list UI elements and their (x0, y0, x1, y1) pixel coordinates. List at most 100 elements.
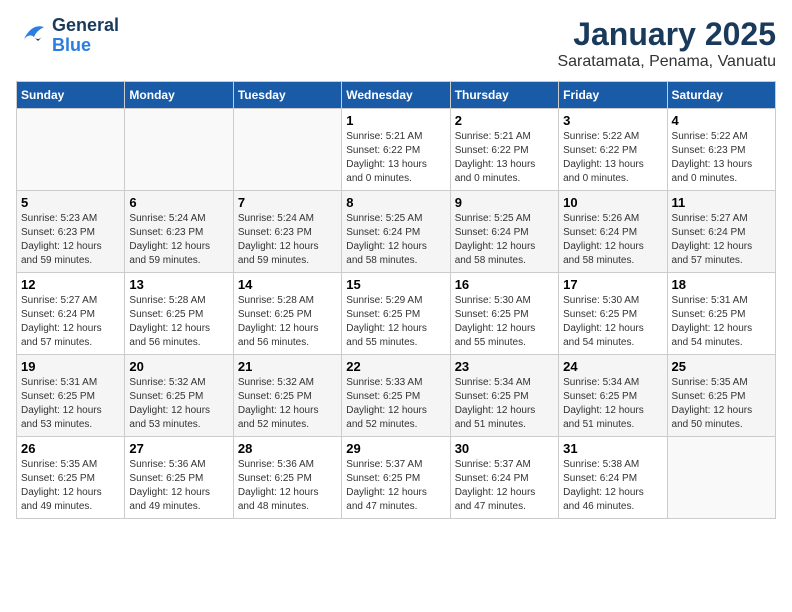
day-number: 10 (563, 195, 662, 210)
day-info: Sunrise: 5:31 AM Sunset: 6:25 PM Dayligh… (672, 294, 771, 350)
calendar-cell: 30 Sunrise: 5:37 AM Sunset: 6:24 PM Dayli… (450, 437, 558, 519)
day-number: 6 (129, 195, 228, 210)
calendar-cell: 5 Sunrise: 5:23 AM Sunset: 6:23 PM Daylig… (17, 191, 125, 273)
day-number: 22 (346, 359, 445, 374)
day-info: Sunrise: 5:34 AM Sunset: 6:25 PM Dayligh… (455, 376, 554, 432)
day-info: Sunrise: 5:29 AM Sunset: 6:25 PM Dayligh… (346, 294, 445, 350)
day-number: 3 (563, 113, 662, 128)
calendar-cell: 17 Sunrise: 5:30 AM Sunset: 6:25 PM Dayli… (559, 273, 667, 355)
header-thursday: Thursday (450, 82, 558, 109)
day-info: Sunrise: 5:24 AM Sunset: 6:23 PM Dayligh… (129, 212, 228, 268)
calendar-cell: 27 Sunrise: 5:36 AM Sunset: 6:25 PM Dayli… (125, 437, 233, 519)
day-number: 25 (672, 359, 771, 374)
calendar-cell: 21 Sunrise: 5:32 AM Sunset: 6:25 PM Dayli… (233, 355, 341, 437)
day-number: 7 (238, 195, 337, 210)
calendar-cell: 23Sunrise: 5:34 AM Sunset: 6:25 PM Dayli… (450, 355, 558, 437)
calendar-cell (667, 437, 775, 519)
day-number: 9 (455, 195, 554, 210)
day-info: Sunrise: 5:23 AM Sunset: 6:23 PM Dayligh… (21, 212, 120, 268)
logo-blue: Blue (52, 36, 119, 56)
header-tuesday: Tuesday (233, 82, 341, 109)
day-number: 2 (455, 113, 554, 128)
day-info: Sunrise: 5:30 AM Sunset: 6:25 PM Dayligh… (563, 294, 662, 350)
day-number: 20 (129, 359, 228, 374)
calendar-week-row: 12 Sunrise: 5:27 AM Sunset: 6:24 PM Dayli… (17, 273, 776, 355)
calendar-cell: 9 Sunrise: 5:25 AM Sunset: 6:24 PM Daylig… (450, 191, 558, 273)
day-info: Sunrise: 5:25 AM Sunset: 6:24 PM Dayligh… (455, 212, 554, 268)
day-number: 30 (455, 441, 554, 456)
day-number: 8 (346, 195, 445, 210)
calendar-cell: 13Sunrise: 5:28 AM Sunset: 6:25 PM Dayli… (125, 273, 233, 355)
day-info: Sunrise: 5:27 AM Sunset: 6:24 PM Dayligh… (672, 212, 771, 268)
day-number: 5 (21, 195, 120, 210)
header-saturday: Saturday (667, 82, 775, 109)
day-number: 21 (238, 359, 337, 374)
calendar-cell: 15 Sunrise: 5:29 AM Sunset: 6:25 PM Dayli… (342, 273, 450, 355)
day-number: 29 (346, 441, 445, 456)
calendar-cell: 18 Sunrise: 5:31 AM Sunset: 6:25 PM Dayli… (667, 273, 775, 355)
calendar-cell: 26Sunrise: 5:35 AM Sunset: 6:25 PM Dayli… (17, 437, 125, 519)
day-info: Sunrise: 5:37 AM Sunset: 6:24 PM Dayligh… (455, 458, 554, 514)
calendar-header-row: SundayMondayTuesdayWednesdayThursdayFrid… (17, 82, 776, 109)
header-sunday: Sunday (17, 82, 125, 109)
logo-text: General Blue (52, 16, 119, 56)
calendar-cell: 7Sunrise: 5:24 AM Sunset: 6:23 PM Daylig… (233, 191, 341, 273)
calendar-cell: 10 Sunrise: 5:26 AM Sunset: 6:24 PM Dayli… (559, 191, 667, 273)
page-header: General Blue January 2025 Saratamata, Pe… (16, 16, 776, 71)
logo-icon (16, 19, 48, 53)
day-info: Sunrise: 5:32 AM Sunset: 6:25 PM Dayligh… (238, 376, 337, 432)
day-info: Sunrise: 5:26 AM Sunset: 6:24 PM Dayligh… (563, 212, 662, 268)
day-info: Sunrise: 5:33 AM Sunset: 6:25 PM Dayligh… (346, 376, 445, 432)
calendar-cell: 8Sunrise: 5:25 AM Sunset: 6:24 PM Daylig… (342, 191, 450, 273)
day-number: 17 (563, 277, 662, 292)
day-number: 18 (672, 277, 771, 292)
day-info: Sunrise: 5:36 AM Sunset: 6:25 PM Dayligh… (129, 458, 228, 514)
day-info: Sunrise: 5:35 AM Sunset: 6:25 PM Dayligh… (21, 458, 120, 514)
day-number: 14 (238, 277, 337, 292)
calendar-cell: 11 Sunrise: 5:27 AM Sunset: 6:24 PM Dayli… (667, 191, 775, 273)
calendar-cell (17, 109, 125, 191)
day-number: 12 (21, 277, 120, 292)
calendar-cell: 16 Sunrise: 5:30 AM Sunset: 6:25 PM Dayli… (450, 273, 558, 355)
day-info: Sunrise: 5:30 AM Sunset: 6:25 PM Dayligh… (455, 294, 554, 350)
calendar-cell: 3 Sunrise: 5:22 AM Sunset: 6:22 PM Daylig… (559, 109, 667, 191)
day-info: Sunrise: 5:32 AM Sunset: 6:25 PM Dayligh… (129, 376, 228, 432)
day-number: 1 (346, 113, 445, 128)
day-info: Sunrise: 5:27 AM Sunset: 6:24 PM Dayligh… (21, 294, 120, 350)
day-info: Sunrise: 5:22 AM Sunset: 6:22 PM Dayligh… (563, 130, 662, 186)
day-info: Sunrise: 5:36 AM Sunset: 6:25 PM Dayligh… (238, 458, 337, 514)
day-info: Sunrise: 5:31 AM Sunset: 6:25 PM Dayligh… (21, 376, 120, 432)
calendar-cell: 29Sunrise: 5:37 AM Sunset: 6:25 PM Dayli… (342, 437, 450, 519)
day-number: 19 (21, 359, 120, 374)
calendar-cell: 12 Sunrise: 5:27 AM Sunset: 6:24 PM Dayli… (17, 273, 125, 355)
calendar-cell: 20 Sunrise: 5:32 AM Sunset: 6:25 PM Dayli… (125, 355, 233, 437)
day-number: 15 (346, 277, 445, 292)
day-number: 13 (129, 277, 228, 292)
month-year-title: January 2025 (557, 16, 776, 53)
day-info: Sunrise: 5:21 AM Sunset: 6:22 PM Dayligh… (346, 130, 445, 186)
day-number: 11 (672, 195, 771, 210)
calendar-cell: 31Sunrise: 5:38 AM Sunset: 6:24 PM Dayli… (559, 437, 667, 519)
calendar-cell: 6 Sunrise: 5:24 AM Sunset: 6:23 PM Daylig… (125, 191, 233, 273)
day-number: 27 (129, 441, 228, 456)
header-monday: Monday (125, 82, 233, 109)
day-info: Sunrise: 5:22 AM Sunset: 6:23 PM Dayligh… (672, 130, 771, 186)
location-subtitle: Saratamata, Penama, Vanuatu (557, 53, 776, 71)
day-number: 28 (238, 441, 337, 456)
day-number: 24 (563, 359, 662, 374)
calendar-cell (125, 109, 233, 191)
day-number: 16 (455, 277, 554, 292)
day-info: Sunrise: 5:28 AM Sunset: 6:25 PM Dayligh… (238, 294, 337, 350)
calendar-week-row: 19 Sunrise: 5:31 AM Sunset: 6:25 PM Dayli… (17, 355, 776, 437)
day-number: 4 (672, 113, 771, 128)
calendar-week-row: 26Sunrise: 5:35 AM Sunset: 6:25 PM Dayli… (17, 437, 776, 519)
calendar-cell: 4 Sunrise: 5:22 AM Sunset: 6:23 PM Daylig… (667, 109, 775, 191)
header-friday: Friday (559, 82, 667, 109)
calendar-cell: 24Sunrise: 5:34 AM Sunset: 6:25 PM Dayli… (559, 355, 667, 437)
calendar-cell: 22 Sunrise: 5:33 AM Sunset: 6:25 PM Dayli… (342, 355, 450, 437)
day-info: Sunrise: 5:21 AM Sunset: 6:22 PM Dayligh… (455, 130, 554, 186)
day-info: Sunrise: 5:38 AM Sunset: 6:24 PM Dayligh… (563, 458, 662, 514)
logo-general: General (52, 16, 119, 36)
calendar-cell (233, 109, 341, 191)
header-wednesday: Wednesday (342, 82, 450, 109)
